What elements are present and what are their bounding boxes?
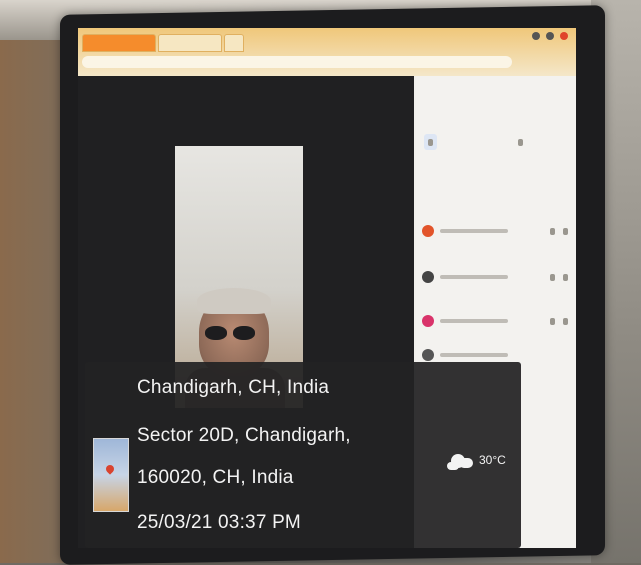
chat-icon xyxy=(518,138,523,146)
close-icon[interactable] xyxy=(560,32,568,40)
avatar xyxy=(422,271,434,283)
maximize-icon[interactable] xyxy=(546,32,554,40)
participant-name xyxy=(440,353,508,357)
camera-icon[interactable] xyxy=(563,227,568,235)
map-pin-icon xyxy=(104,463,116,475)
temperature: 30°C xyxy=(479,453,506,467)
participant-row[interactable] xyxy=(422,222,568,240)
sunglasses-right xyxy=(233,326,255,340)
sunglasses-left xyxy=(205,326,227,340)
timestamp: 25/03/21 03:37 PM xyxy=(137,512,301,533)
address-line-2: 160020, CH, India xyxy=(137,467,294,488)
avatar xyxy=(422,349,434,361)
share-icon xyxy=(428,138,433,146)
browser-tab-active[interactable] xyxy=(82,34,156,52)
camera-icon[interactable] xyxy=(563,273,568,281)
share-button[interactable] xyxy=(424,134,437,150)
location-title: Chandigarh, CH, India xyxy=(137,377,330,398)
mic-icon[interactable] xyxy=(550,317,555,325)
participant-name xyxy=(440,319,508,323)
person-hair xyxy=(197,288,271,314)
map-thumbnail-icon xyxy=(93,438,129,512)
camera-icon[interactable] xyxy=(563,317,568,325)
participant-name xyxy=(440,275,508,279)
browser-tab[interactable] xyxy=(158,34,222,52)
browser-tab-strip xyxy=(78,28,576,76)
geotag-overlay: Chandigarh, CH, India Sector 20D, Chandi… xyxy=(85,362,521,548)
new-tab-button[interactable] xyxy=(224,34,244,52)
mic-icon[interactable] xyxy=(550,227,555,235)
participant-row[interactable] xyxy=(422,312,568,330)
weather-info: 30°C xyxy=(447,448,506,472)
partly-cloudy-icon xyxy=(447,448,475,472)
chat-button[interactable] xyxy=(514,134,527,150)
participant-name xyxy=(440,229,508,233)
window-controls xyxy=(532,32,568,40)
minimize-icon[interactable] xyxy=(532,32,540,40)
mic-icon[interactable] xyxy=(550,273,555,281)
avatar xyxy=(422,315,434,327)
participant-row[interactable] xyxy=(422,268,568,286)
address-bar[interactable] xyxy=(82,56,512,68)
avatar xyxy=(422,225,434,237)
address-line-1: Sector 20D, Chandigarh, xyxy=(137,425,351,446)
